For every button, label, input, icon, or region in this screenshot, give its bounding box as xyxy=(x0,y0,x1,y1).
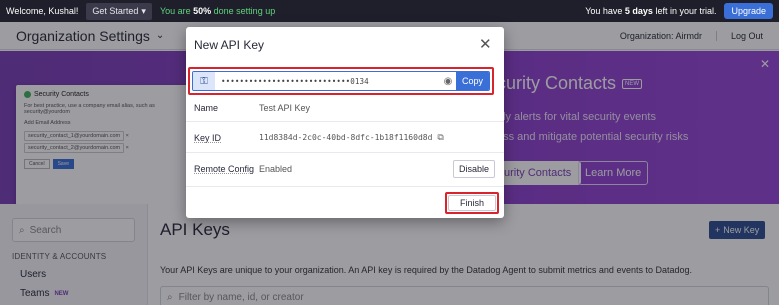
trial-days: 5 days xyxy=(624,6,653,16)
name-value: Test API Key xyxy=(259,103,311,113)
copy-icon[interactable]: ⧉ xyxy=(437,132,443,143)
key-id-value: 11d8384d-2c0c-40bd-8dfc-1b18f1160d8d xyxy=(259,133,433,142)
copy-button[interactable]: Copy xyxy=(455,72,489,90)
api-key-field-highlight: ⚿ ••••••••••••••••••••••••••••0134 ◉ Cop… xyxy=(188,67,494,95)
key-id-label: Key ID xyxy=(194,132,222,143)
eye-icon[interactable]: ◉ xyxy=(440,76,456,87)
divider xyxy=(186,186,504,187)
close-icon[interactable]: ✕ xyxy=(479,35,492,53)
new-api-key-modal: New API Key ✕ ⚿ ••••••••••••••••••••••••… xyxy=(186,27,504,218)
remote-config-label: Remote Config xyxy=(194,164,255,174)
disable-button[interactable]: Disable xyxy=(453,160,496,178)
divider xyxy=(186,152,504,153)
chevron-down-icon: ▾ xyxy=(141,5,146,16)
setup-progress-percent: 50% xyxy=(193,6,212,16)
trial-text: You have 5 days left in your trial. xyxy=(585,6,716,16)
top-bar: Welcome, Kushal! Get Started ▾ You are 5… xyxy=(0,0,779,22)
remote-config-status: Enabled xyxy=(259,164,293,174)
name-row: Name Test API Key xyxy=(194,103,496,113)
trial-prefix: You have xyxy=(585,6,625,16)
finish-button[interactable]: Finish xyxy=(448,195,496,211)
name-label: Name xyxy=(194,103,219,113)
trial-suffix: left in your trial. xyxy=(652,6,717,16)
key-id-row: Key ID 11d8384d-2c0c-40bd-8dfc-1b18f1160… xyxy=(194,132,496,143)
setup-progress-suffix: done setting up xyxy=(211,6,276,16)
divider xyxy=(186,121,504,122)
get-started-dropdown[interactable]: Get Started ▾ xyxy=(86,2,152,20)
api-key-field[interactable]: ⚿ ••••••••••••••••••••••••••••0134 ◉ Cop… xyxy=(192,71,490,91)
finish-button-highlight: Finish xyxy=(445,192,499,214)
setup-progress-prefix: You are xyxy=(159,6,194,16)
key-icon: ⚿ xyxy=(193,72,215,90)
get-started-label: Get Started xyxy=(92,6,139,16)
masked-api-key[interactable]: ••••••••••••••••••••••••••••0134 xyxy=(215,77,440,86)
welcome-text: Welcome, Kushal! xyxy=(6,6,79,16)
upgrade-button[interactable]: Upgrade xyxy=(724,3,773,19)
modal-title: New API Key xyxy=(194,38,265,52)
setup-progress-text: You are 50% done setting up xyxy=(160,6,275,16)
remote-config-row: Remote Config Enabled xyxy=(194,164,496,174)
